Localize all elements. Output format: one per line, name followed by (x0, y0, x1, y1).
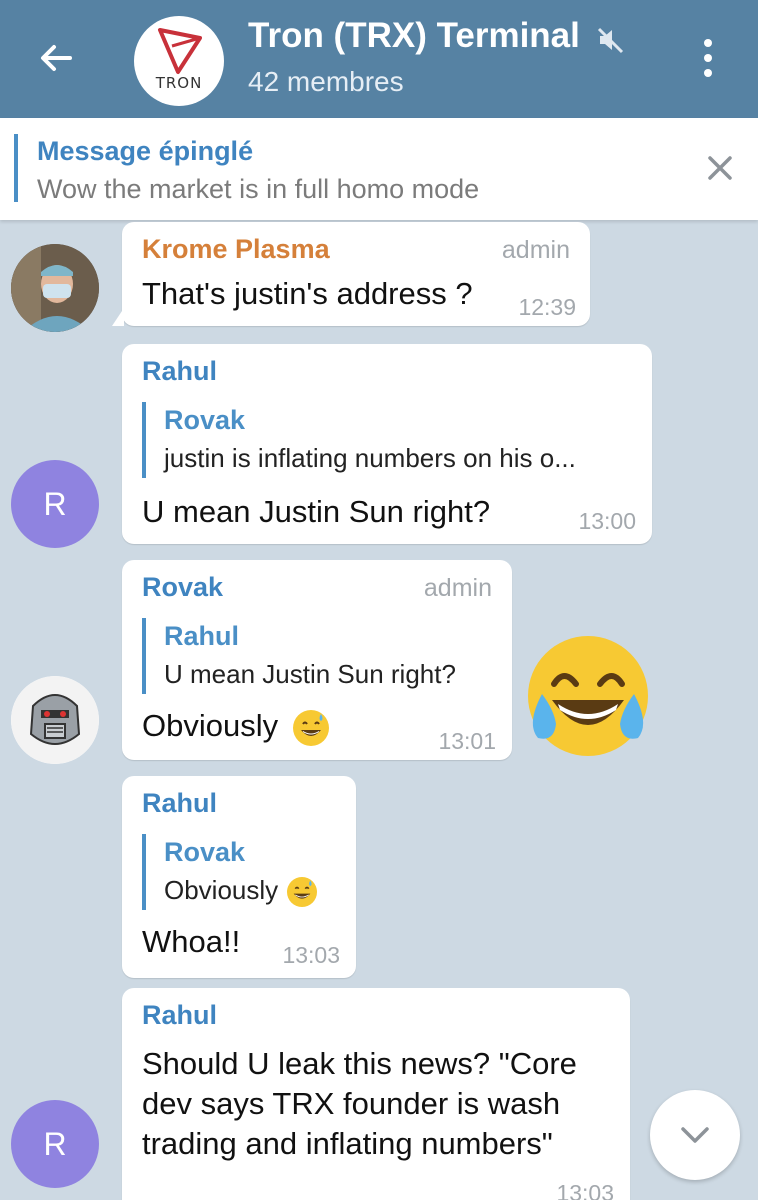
reply-text: Obviously (164, 870, 318, 910)
reply-preview[interactable]: Rovak justin is inflating numbers on his… (142, 402, 576, 478)
message-time: 13:03 (556, 1180, 614, 1200)
avatar[interactable]: R (11, 460, 99, 548)
message-bubble[interactable]: Rovak admin Rahul U mean Justin Sun righ… (122, 560, 512, 760)
reply-author: Rovak (164, 405, 246, 435)
message-text: Obviously (142, 706, 329, 746)
message-text: U mean Justin Sun right? (142, 494, 491, 529)
message-list[interactable]: Krome Plasma admin That's justin's addre… (0, 220, 758, 1200)
message-text: Whoa!! (142, 924, 241, 959)
reply-preview[interactable]: Rovak Obviously (142, 834, 318, 910)
avatar[interactable] (11, 244, 99, 332)
reply-author: Rovak (164, 837, 246, 867)
avatar[interactable] (11, 676, 99, 764)
scroll-to-bottom-button[interactable] (650, 1090, 740, 1180)
pinned-text: Wow the market is in full homo mode (37, 174, 480, 204)
message-text-line: trading and inflating numbers" (142, 1126, 553, 1161)
pinned-message-bar[interactable]: Message épinglé Wow the market is in ful… (0, 118, 758, 220)
group-avatar[interactable]: TRON (134, 16, 224, 106)
chat-header: TRON Tron (TRX) Terminal 42 membres (0, 0, 758, 118)
grin-sweat-emoji (287, 877, 318, 908)
back-button[interactable] (28, 30, 84, 86)
admin-badge: admin (423, 574, 492, 602)
reply-text-content: Obviously (164, 875, 279, 905)
message-text: That's justin's address ? (142, 276, 473, 311)
close-icon[interactable] (700, 148, 740, 188)
admin-badge: admin (501, 236, 570, 264)
pinned-accent-bar (14, 134, 18, 202)
message-bubble[interactable]: Rahul Rovak justin is inflating numbers … (122, 344, 652, 544)
tron-logo-icon (158, 28, 202, 74)
message-sender[interactable]: Krome Plasma (142, 234, 330, 265)
robot-avatar-icon (11, 676, 99, 764)
message-text-line: Should U leak this news? "Core (142, 1046, 577, 1081)
message-bubble[interactable]: Rahul Should U leak this news? "Core dev… (122, 988, 630, 1200)
reply-author: Rahul (164, 621, 240, 651)
message-time: 12:39 (518, 294, 576, 320)
reply-text: U mean Justin Sun right? (164, 659, 456, 689)
pinned-title: Message épinglé (37, 136, 254, 166)
message-text: Should U leak this news? "Core dev says … (142, 1044, 577, 1164)
message-sender[interactable]: Rahul (142, 1000, 217, 1031)
message-bubble[interactable]: Krome Plasma admin That's justin's addre… (112, 222, 590, 326)
message-time: 13:03 (282, 942, 340, 968)
message-bubble[interactable]: Rahul Rovak Obviously Whoa!! 13:03 (122, 776, 356, 978)
message-time: 13:01 (438, 728, 496, 754)
message-sender[interactable]: Rahul (142, 788, 217, 819)
reply-text: justin is inflating numbers on his o... (164, 443, 576, 473)
message-sender[interactable]: Rahul (142, 356, 217, 387)
message-sender[interactable]: Rovak (142, 572, 223, 603)
more-vert-icon[interactable] (688, 30, 728, 86)
message-text-line: dev says TRX founder is wash (142, 1086, 561, 1121)
tears-of-joy-emoji[interactable] (524, 632, 652, 760)
avatar[interactable]: R (11, 1100, 99, 1188)
chevron-down-icon (681, 1127, 709, 1143)
back-arrow-icon (41, 45, 72, 71)
mute-icon (597, 27, 624, 54)
chat-title[interactable]: Tron (TRX) Terminal (248, 16, 580, 56)
message-text-content: Obviously (142, 708, 279, 743)
message-time: 13:00 (578, 508, 636, 534)
grin-sweat-emoji (292, 709, 329, 746)
reply-preview[interactable]: Rahul U mean Justin Sun right? (142, 618, 456, 694)
user-photo (11, 244, 99, 332)
member-count: 42 membres (248, 66, 404, 97)
tron-logo-text: TRON (155, 74, 203, 92)
